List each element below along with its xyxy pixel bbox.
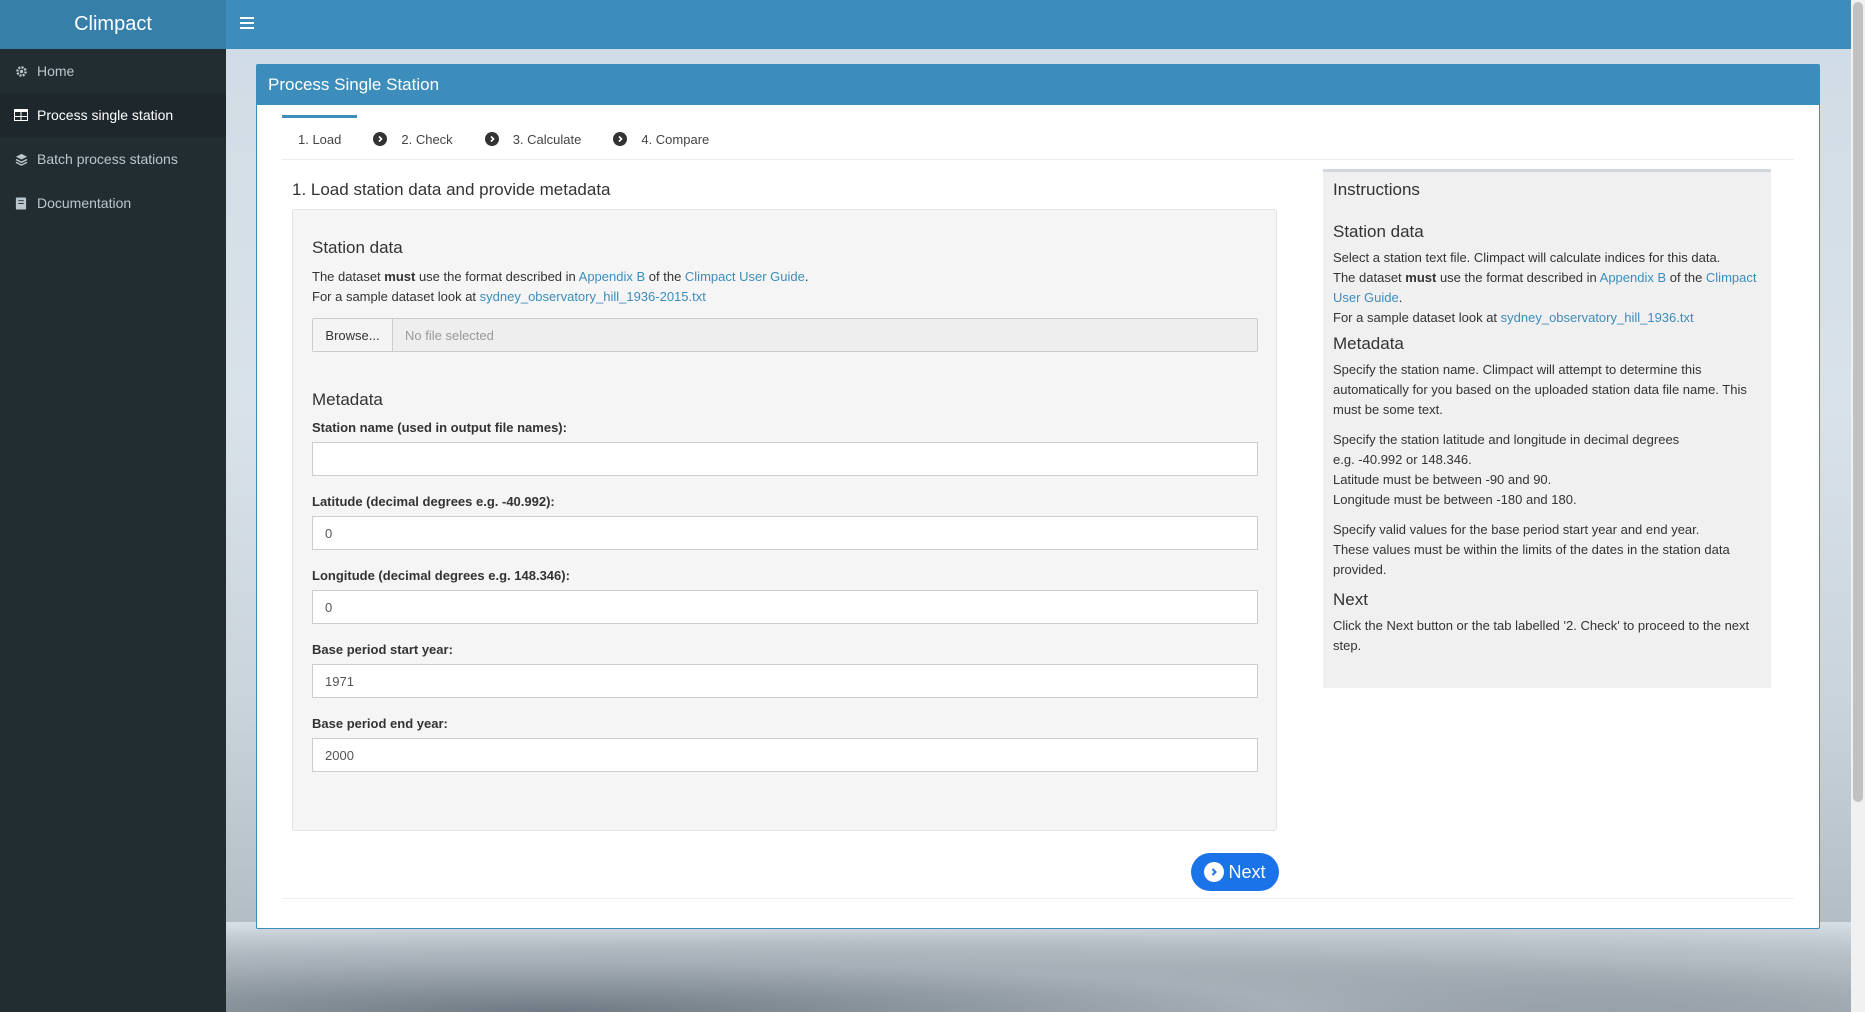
text-span: use the format described in bbox=[1436, 270, 1600, 285]
instructions-station-heading: Station data bbox=[1333, 222, 1424, 241]
text-span: . bbox=[1398, 290, 1403, 305]
sample-dataset-link[interactable]: sydney_observatory_hill_1936.txt bbox=[1501, 310, 1694, 325]
background-clouds bbox=[226, 922, 1851, 1012]
appendix-b-link[interactable]: Appendix B bbox=[1600, 270, 1667, 285]
tab-bar: 1. Load 2. Check 3. Calculate 4. Compare bbox=[282, 115, 1794, 160]
tab-label: 2. Check bbox=[401, 131, 453, 147]
chevron-circle-right-icon bbox=[373, 132, 388, 146]
page-scrollbar[interactable] bbox=[1851, 0, 1865, 1012]
tab-calculate[interactable]: 3. Calculate bbox=[469, 115, 598, 160]
section-heading: 1. Load station data and provide metadat… bbox=[292, 180, 611, 199]
station-data-heading: Station data bbox=[312, 238, 403, 257]
tab-label: 4. Compare bbox=[641, 131, 710, 147]
sample-dataset-link[interactable]: sydney_observatory_hill_1936-2015.txt bbox=[480, 289, 706, 304]
sidebar-item-label: Documentation bbox=[37, 195, 132, 211]
metadata-heading: Metadata bbox=[312, 390, 383, 409]
file-name-display[interactable]: No file selected bbox=[393, 319, 1257, 351]
sidebar-item-process-single-station[interactable]: Process single station bbox=[0, 93, 226, 137]
instructions-text: The dataset must use the format describe… bbox=[1333, 268, 1761, 308]
chevron-circle-right-icon bbox=[613, 132, 628, 146]
hamburger-menu-icon[interactable] bbox=[240, 17, 254, 31]
instructions-metadata-heading: Metadata bbox=[1333, 334, 1404, 353]
box-title: Process Single Station bbox=[257, 65, 1819, 105]
emphasis-text: must bbox=[384, 269, 416, 284]
text-span: Latitude must be between -90 and 90. bbox=[1333, 472, 1552, 487]
sidebar-item-home[interactable]: Home bbox=[0, 49, 226, 93]
top-navbar bbox=[226, 0, 1865, 49]
instructions-text: Specify the station name. Climpact will … bbox=[1333, 362, 1747, 417]
station-name-label: Station name (used in output file names)… bbox=[312, 420, 567, 435]
load-form-panel: Station data The dataset must use the fo… bbox=[292, 209, 1277, 831]
user-guide-link[interactable]: Climpact User Guide bbox=[685, 269, 805, 284]
station-format-text: The dataset must use the format describe… bbox=[312, 269, 808, 284]
text-span: Specify valid values for the base period… bbox=[1333, 522, 1700, 537]
next-label: Next bbox=[1228, 861, 1266, 882]
tab-compare[interactable]: 4. Compare bbox=[597, 115, 725, 160]
latitude-label: Latitude (decimal degrees e.g. -40.992): bbox=[312, 494, 555, 509]
tab-load[interactable]: 1. Load bbox=[282, 115, 358, 160]
base-end-label: Base period end year: bbox=[312, 716, 448, 731]
text-span: of the bbox=[645, 269, 685, 284]
text-span: Specify the station latitude and longitu… bbox=[1333, 432, 1680, 447]
appendix-b-link[interactable]: Appendix B bbox=[579, 269, 646, 284]
base-end-year-input[interactable] bbox=[312, 738, 1258, 772]
sidebar: Climpact Home Process single station Bat… bbox=[0, 0, 226, 1012]
book-icon bbox=[14, 196, 28, 210]
text-span: The dataset bbox=[1333, 270, 1406, 285]
instructions-text: Click the Next button or the tab labelle… bbox=[1333, 618, 1750, 653]
latitude-input[interactable] bbox=[312, 516, 1258, 550]
text-span: For a sample dataset look at bbox=[1333, 310, 1501, 325]
process-single-station-box: Process Single Station 1. Load 2. Check … bbox=[256, 64, 1820, 929]
instructions-text: Select a station text file. Climpact wil… bbox=[1333, 250, 1721, 265]
instructions-text: Specify the station latitude and longitu… bbox=[1333, 430, 1761, 510]
text-span: The dataset bbox=[312, 269, 385, 284]
base-start-year-input[interactable] bbox=[312, 664, 1258, 698]
instructions-title: Instructions bbox=[1333, 180, 1420, 199]
sample-dataset-text: For a sample dataset look at sydney_obse… bbox=[312, 289, 706, 304]
text-span: Longitude must be between -180 and 180. bbox=[1333, 492, 1577, 507]
scrollbar-thumb[interactable] bbox=[1853, 2, 1863, 802]
station-name-input[interactable] bbox=[312, 442, 1258, 476]
sidebar-item-label: Process single station bbox=[37, 107, 174, 123]
text-span: e.g. -40.992 or 148.346. bbox=[1333, 452, 1472, 467]
divider bbox=[282, 898, 1794, 899]
text-span: use the format described in bbox=[415, 269, 579, 284]
next-button[interactable]: Next bbox=[1191, 853, 1279, 891]
text-span: These values must be within the limits o… bbox=[1333, 542, 1730, 577]
chevron-circle-right-icon bbox=[484, 132, 499, 146]
text-span: of the bbox=[1666, 270, 1706, 285]
text-span: For a sample dataset look at bbox=[312, 289, 480, 304]
text-span: . bbox=[804, 269, 809, 284]
chevron-circle-right-icon bbox=[1204, 862, 1225, 882]
sidebar-item-label: Home bbox=[37, 63, 75, 79]
layers-icon bbox=[14, 152, 28, 166]
sidebar-item-batch-process-stations[interactable]: Batch process stations bbox=[0, 137, 226, 181]
gear-icon bbox=[14, 64, 28, 78]
base-start-label: Base period start year: bbox=[312, 642, 453, 657]
tab-label: 3. Calculate bbox=[512, 131, 582, 147]
file-upload: Browse... No file selected bbox=[312, 318, 1258, 352]
longitude-label: Longitude (decimal degrees e.g. 148.346)… bbox=[312, 568, 570, 583]
longitude-input[interactable] bbox=[312, 590, 1258, 624]
tab-label: 1. Load bbox=[298, 131, 342, 147]
brand-logo[interactable]: Climpact bbox=[0, 0, 226, 49]
emphasis-text: must bbox=[1405, 270, 1437, 285]
sidebar-item-label: Batch process stations bbox=[37, 151, 178, 167]
instructions-text: Specify valid values for the base period… bbox=[1333, 520, 1761, 580]
browse-button[interactable]: Browse... bbox=[313, 319, 393, 351]
instructions-panel: Instructions Station data Select a stati… bbox=[1323, 169, 1771, 688]
instructions-text: For a sample dataset look at sydney_obse… bbox=[1333, 308, 1761, 328]
tab-check[interactable]: 2. Check bbox=[357, 115, 468, 160]
table-icon bbox=[14, 108, 28, 122]
instructions-next-heading: Next bbox=[1333, 590, 1368, 609]
sidebar-item-documentation[interactable]: Documentation bbox=[0, 181, 226, 225]
